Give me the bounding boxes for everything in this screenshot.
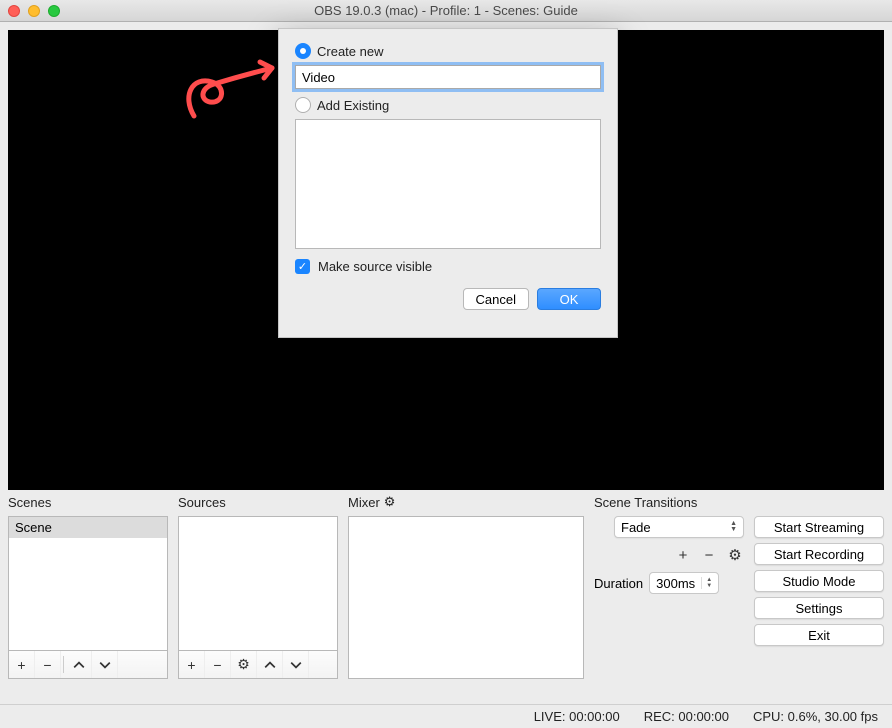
duration-label: Duration [594,576,643,591]
scenes-toolbar: + − [8,651,168,679]
exit-button[interactable]: Exit [754,624,884,646]
studio-mode-button[interactable]: Studio Mode [754,570,884,592]
mixer-text: Mixer [348,495,380,510]
add-existing-label: Add Existing [317,98,389,113]
select-arrows-icon: ▲▼ [730,521,737,533]
cancel-button[interactable]: Cancel [463,288,529,310]
scenes-list[interactable]: Scene [8,516,168,651]
status-live: LIVE: 00:00:00 [534,709,620,724]
create-new-radio-row[interactable]: Create new [295,43,601,59]
sources-list[interactable] [178,516,338,651]
add-existing-radio-row[interactable]: Add Existing [295,97,601,113]
transition-selected-value: Fade [621,520,651,535]
transitions-label: Scene Transitions [594,494,744,510]
status-rec: REC: 00:00:00 [644,709,729,724]
duration-input[interactable]: 300ms ▲▼ [649,572,719,594]
lower-panels: Scenes Scene + − Sources + − ⚙ Mixer [0,488,892,698]
add-transition-button[interactable]: + [674,547,692,564]
add-scene-button[interactable]: + [9,651,35,678]
sources-toolbar: + − ⚙ [178,651,338,679]
sources-label: Sources [178,494,338,510]
source-up-button[interactable] [257,651,283,678]
transition-select[interactable]: Fade ▲▼ [614,516,744,538]
list-item[interactable]: Scene [9,517,167,538]
add-source-dialog: Create new Add Existing ✓ Make source vi… [278,28,618,338]
add-existing-radio[interactable] [295,97,311,113]
dialog-buttons: Cancel OK [295,288,601,310]
separator [63,656,64,672]
make-visible-checkbox[interactable]: ✓ [295,259,310,274]
existing-sources-list[interactable] [295,119,601,249]
mixer-box[interactable] [348,516,584,679]
make-visible-label: Make source visible [318,259,432,274]
source-down-button[interactable] [283,651,309,678]
scenes-label: Scenes [8,494,168,510]
create-new-radio[interactable] [295,43,311,59]
scene-down-button[interactable] [92,651,118,678]
transitions-panel: Scene Transitions Fade ▲▼ + − ⚙ Duration… [594,494,744,696]
add-source-button[interactable]: + [179,651,205,678]
settings-button[interactable]: Settings [754,597,884,619]
mixer-panel: Mixer [348,494,584,696]
source-properties-button[interactable]: ⚙ [231,651,257,678]
remove-source-button[interactable]: − [205,651,231,678]
scene-up-button[interactable] [66,651,92,678]
remove-transition-button[interactable]: − [700,547,718,564]
scenes-panel: Scenes Scene + − [8,494,168,696]
control-buttons: Start Streaming Start Recording Studio M… [754,516,884,696]
window-title: OBS 19.0.3 (mac) - Profile: 1 - Scenes: … [0,3,892,18]
titlebar: OBS 19.0.3 (mac) - Profile: 1 - Scenes: … [0,0,892,22]
source-name-input[interactable] [295,65,601,89]
mixer-label: Mixer [348,494,584,510]
status-bar: LIVE: 00:00:00 REC: 00:00:00 CPU: 0.6%, … [0,704,892,728]
stepper-arrows-icon: ▲▼ [701,577,712,589]
remove-scene-button[interactable]: − [35,651,61,678]
start-recording-button[interactable]: Start Recording [754,543,884,565]
create-new-label: Create new [317,44,383,59]
status-cpu: CPU: 0.6%, 30.00 fps [753,709,878,724]
make-visible-row[interactable]: ✓ Make source visible [295,259,601,274]
sources-panel: Sources + − ⚙ [178,494,338,696]
transition-properties-button[interactable]: ⚙ [726,546,744,564]
duration-value: 300ms [656,576,695,591]
ok-button[interactable]: OK [537,288,601,310]
mixer-settings-icon[interactable] [384,494,396,510]
start-streaming-button[interactable]: Start Streaming [754,516,884,538]
